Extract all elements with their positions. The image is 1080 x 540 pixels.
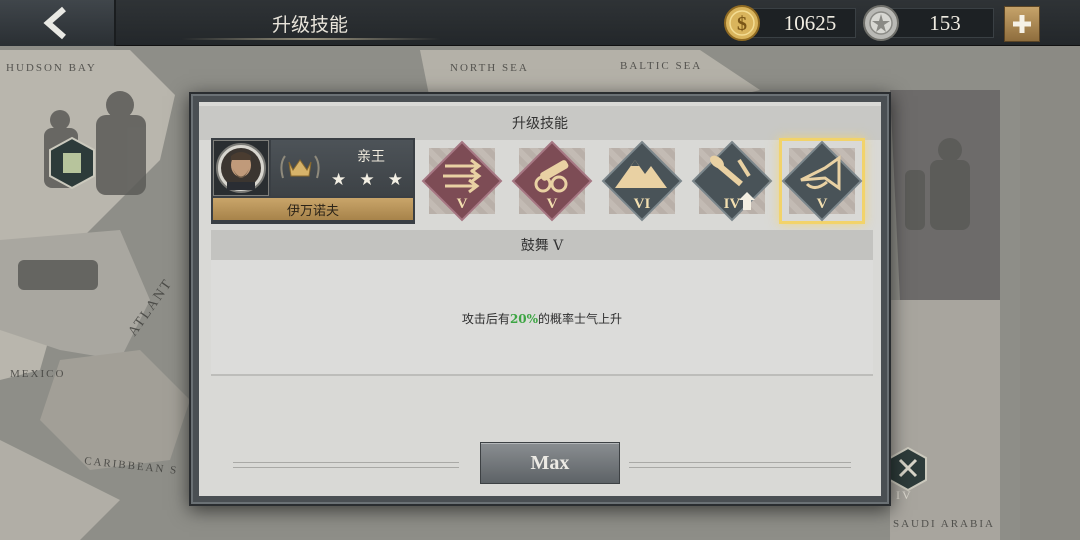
skill-level: V xyxy=(546,196,558,212)
map-label-mexico: MEXICO xyxy=(10,368,66,380)
general-avatar xyxy=(216,143,266,193)
map-unit-marker-right[interactable] xyxy=(888,446,928,492)
rank-panel: 亲王 ★ ★ ★ xyxy=(271,140,413,196)
star-icon: ★ xyxy=(331,170,347,190)
rank-label: 亲王 xyxy=(357,149,385,165)
top-bar: 升级技能 10625 $ 153 xyxy=(0,0,1080,46)
crown-icon xyxy=(280,155,320,179)
gold-counter: 10625 xyxy=(746,8,856,38)
dialog-title: 升级技能 xyxy=(199,106,881,140)
medal-counter: 153 xyxy=(886,8,994,38)
add-currency-button[interactable] xyxy=(1004,6,1040,42)
selected-skill-name: 鼓舞 V xyxy=(211,230,873,260)
star-icon: ★ xyxy=(387,170,403,190)
max-button[interactable]: Max xyxy=(480,442,620,484)
general-card[interactable]: 亲王 ★ ★ ★ 伊万诺夫 xyxy=(211,138,415,224)
map-label-baltic-sea: BALTIC SEA xyxy=(620,60,703,72)
skill-level: IV xyxy=(723,196,741,212)
star-icon: ★ xyxy=(359,170,375,190)
map-label-saudi-arabia: SAUDI ARABIA xyxy=(893,518,995,530)
skill-level: V xyxy=(456,196,468,212)
divider-left xyxy=(233,462,459,468)
map-marker-level: IV xyxy=(896,488,913,502)
description-text: 攻击后有 xyxy=(461,312,510,326)
map-label-hudson-bay: HUDSON BAY xyxy=(6,62,97,74)
skill-level: VI xyxy=(633,196,651,212)
back-arrow-icon xyxy=(43,6,66,40)
general-portrait xyxy=(213,140,269,196)
medal-icon xyxy=(863,5,899,41)
general-name: 伊万诺夫 xyxy=(213,198,413,220)
skill-slot-4[interactable]: IV xyxy=(691,140,773,222)
plus-icon xyxy=(1013,15,1031,33)
upgrade-skill-dialog: 升级技能 亲王 ★ ★ ★ 伊万诺夫 V V VI IV V 鼓舞 V 攻击后有… xyxy=(189,92,891,506)
skill-slot-5[interactable]: V xyxy=(779,138,865,224)
divider-right xyxy=(629,462,851,468)
star-rating: ★ ★ ★ xyxy=(331,172,403,189)
dialog-body: 升级技能 亲王 ★ ★ ★ 伊万诺夫 V V VI IV V 鼓舞 V 攻击后有… xyxy=(199,102,881,496)
skill-slot-3[interactable]: VI xyxy=(601,140,683,222)
gold-coin-icon: $ xyxy=(724,5,760,41)
skill-description-panel: 攻击后有20%的概率士气上升 xyxy=(211,260,873,376)
map-unit-marker[interactable] xyxy=(48,136,96,190)
map-label-north-sea: NORTH SEA xyxy=(450,62,529,74)
title-underline xyxy=(182,38,440,40)
skill-level: V xyxy=(816,196,828,212)
back-button[interactable] xyxy=(0,0,116,46)
svg-text:$: $ xyxy=(737,13,747,35)
description-text-end: 的概率士气上升 xyxy=(538,312,623,326)
description-value: 20% xyxy=(509,312,539,326)
skill-slot-1[interactable]: V xyxy=(421,140,503,222)
skill-slot-2[interactable]: V xyxy=(511,140,593,222)
skill-description: 攻击后有20%的概率士气上升 xyxy=(211,310,873,327)
